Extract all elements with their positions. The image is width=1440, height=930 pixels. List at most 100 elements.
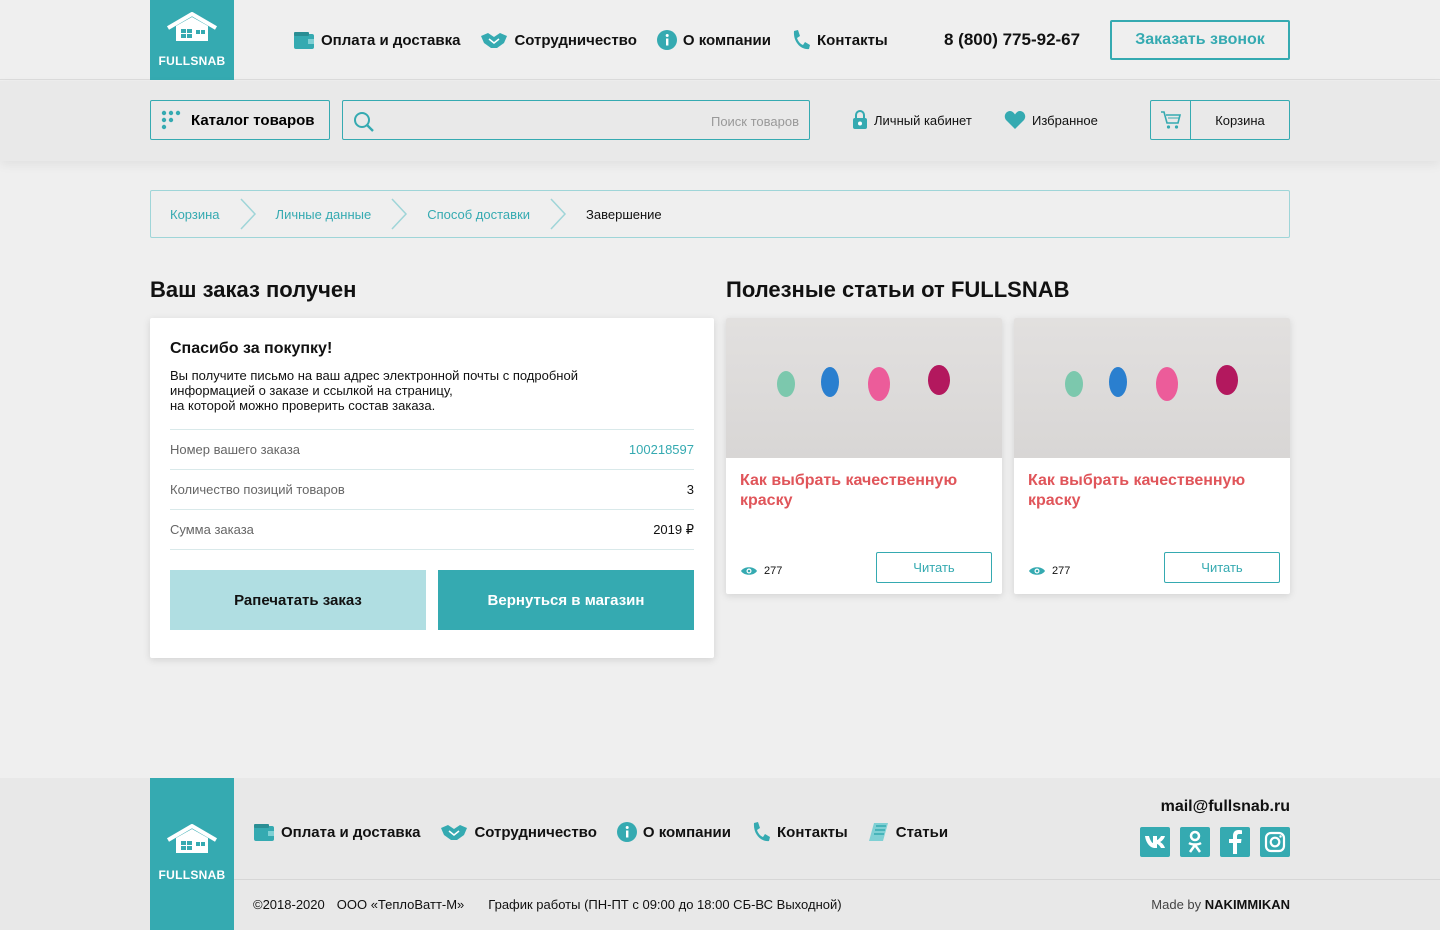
catalog-label: Каталог товаров <box>191 111 315 129</box>
top-nav: Оплата и доставка Сотрудничество О компа… <box>293 29 888 51</box>
views-count: 277 <box>1052 565 1071 577</box>
cabinet-label: Личный кабинет <box>874 112 972 128</box>
order-row-count: Количество позиций товаров 3 <box>170 469 694 509</box>
order-row-value: 2019 ₽ <box>653 521 694 537</box>
heart-icon <box>1004 111 1026 129</box>
nav-label: Оплата и доставка <box>321 31 461 49</box>
wallet-icon <box>294 32 314 49</box>
vk-icon[interactable] <box>1140 827 1170 857</box>
nav-item-about[interactable]: О компании <box>656 30 771 50</box>
order-row-label: Сумма заказа <box>170 522 254 537</box>
articles-icon <box>868 823 888 841</box>
search-box[interactable] <box>342 100 810 140</box>
divider <box>170 549 694 550</box>
instagram-icon[interactable] <box>1260 827 1290 857</box>
article-image <box>1014 318 1290 458</box>
lock-icon <box>853 110 867 129</box>
print-order-button[interactable]: Рапечатать заказ <box>170 570 426 630</box>
nav-label: О компании <box>682 31 771 49</box>
logo[interactable]: FULLSNAB <box>150 0 234 80</box>
made-by[interactable]: Made by NAKIMMIKAN <box>1151 897 1290 912</box>
article-image <box>726 318 1002 458</box>
nav-label: Контакты <box>777 823 848 841</box>
house-logo-icon <box>166 12 218 41</box>
cart-icon <box>1160 111 1181 129</box>
nav-label: Статьи <box>895 823 949 841</box>
read-button[interactable]: Читать <box>1164 552 1280 583</box>
favorites-link[interactable]: Избранное <box>1004 110 1098 130</box>
breadcrumb-item-personal[interactable]: Личные данные <box>276 207 372 222</box>
cart-button[interactable]: Корзина <box>1150 100 1290 140</box>
thanks-heading: Спасибо за покупку! <box>170 340 333 357</box>
nav-label: О компании <box>642 823 731 841</box>
logo-text: FULLSNAB <box>158 868 226 882</box>
cabinet-link[interactable]: Личный кабинет <box>852 110 972 130</box>
cart-label: Корзина <box>1215 112 1265 128</box>
phone-icon <box>793 30 810 50</box>
logo-text: FULLSNAB <box>158 54 226 68</box>
search-input[interactable] <box>399 111 799 131</box>
catalog-button[interactable]: Каталог товаров <box>150 100 330 140</box>
footer-nav: Оплата и доставка Сотрудничество О компа… <box>253 821 948 843</box>
order-section-title: Ваш заказ получен <box>150 277 357 302</box>
wallet-icon <box>254 824 274 841</box>
eye-icon <box>1029 567 1045 575</box>
company-name: ООО «ТеплоВатт-М» <box>336 897 465 912</box>
info-icon <box>656 30 677 50</box>
footer-email[interactable]: mail@fullsnab.ru <box>1161 798 1290 816</box>
footer-nav-articles[interactable]: Статьи <box>868 822 948 842</box>
article-views: 277 <box>1028 565 1070 577</box>
callback-button[interactable]: Заказать звонок <box>1110 20 1290 60</box>
nav-label: Оплата и доставка <box>281 823 421 841</box>
article-title[interactable]: Как выбрать качественную краску <box>740 471 990 511</box>
order-description: Вы получите письмо на ваш адрес электрон… <box>170 368 578 413</box>
work-schedule: График работы (ПН-ПТ с 09:00 до 18:00 СБ… <box>488 897 842 912</box>
article-title[interactable]: Как выбрать качественную краску <box>1028 471 1278 511</box>
chevron-right-icon <box>389 197 409 231</box>
nav-item-payment[interactable]: Оплата и доставка <box>293 30 460 50</box>
grid-dots-icon <box>161 110 181 130</box>
favorites-label: Избранное <box>1032 112 1098 128</box>
footer-nav-partnership[interactable]: Сотрудничество <box>440 822 597 842</box>
paint-swatches-image <box>777 365 950 401</box>
footer-nav-about[interactable]: О компании <box>616 822 731 842</box>
breadcrumb-item-finish: Завершение <box>586 206 662 222</box>
made-by-prefix: Made by <box>1151 897 1202 912</box>
article-views: 277 <box>740 565 782 577</box>
article-card[interactable]: Как выбрать качественную краску 277 Чита… <box>726 318 1002 594</box>
info-icon <box>616 822 637 842</box>
nav-item-partnership[interactable]: Сотрудничество <box>480 30 637 50</box>
order-number-link[interactable]: 100218597 <box>629 442 694 457</box>
footer-nav-payment[interactable]: Оплата и доставка <box>253 822 420 842</box>
views-count: 277 <box>764 565 783 577</box>
footer-logo[interactable]: FULLSNAB <box>150 778 234 930</box>
house-logo-icon <box>166 824 218 853</box>
header-phone[interactable]: 8 (800) 775-92-67 <box>944 30 1080 50</box>
nav-label: Сотрудничество <box>474 823 597 841</box>
order-row-sum: Сумма заказа 2019 ₽ <box>170 509 694 549</box>
nav-item-contacts[interactable]: Контакты <box>791 29 888 51</box>
social-links <box>1140 827 1290 857</box>
eye-icon <box>741 567 757 575</box>
nav-label: Сотрудничество <box>514 31 637 49</box>
breadcrumb-item-delivery[interactable]: Способ доставки <box>427 207 530 222</box>
article-card[interactable]: Как выбрать качественную краску 277 Чита… <box>1014 318 1290 594</box>
handshake-icon <box>441 825 468 840</box>
read-button[interactable]: Читать <box>876 552 992 583</box>
order-card: Спасибо за покупку! Вы получите письмо н… <box>150 318 714 658</box>
copyright: ©2018-2020 <box>253 897 325 912</box>
search-icon <box>354 112 374 132</box>
facebook-icon[interactable] <box>1220 827 1250 857</box>
footer-nav-contacts[interactable]: Контакты <box>751 821 848 843</box>
paint-swatches-image <box>1065 365 1238 401</box>
order-row-label: Количество позиций товаров <box>170 482 345 497</box>
back-to-shop-button[interactable]: Вернуться в магазин <box>438 570 694 630</box>
chevron-right-icon <box>548 197 568 231</box>
breadcrumb: Корзина Личные данные Способ доставки За… <box>150 190 1290 238</box>
order-row-value: 3 <box>686 482 694 497</box>
breadcrumb-item-cart[interactable]: Корзина <box>170 207 220 222</box>
header-top: FULLSNAB Оплата и доставка Сотрудничеств… <box>0 0 1440 80</box>
odnoklassniki-icon[interactable] <box>1180 827 1210 857</box>
handshake-icon <box>481 33 508 48</box>
nav-label: Контакты <box>817 31 888 49</box>
